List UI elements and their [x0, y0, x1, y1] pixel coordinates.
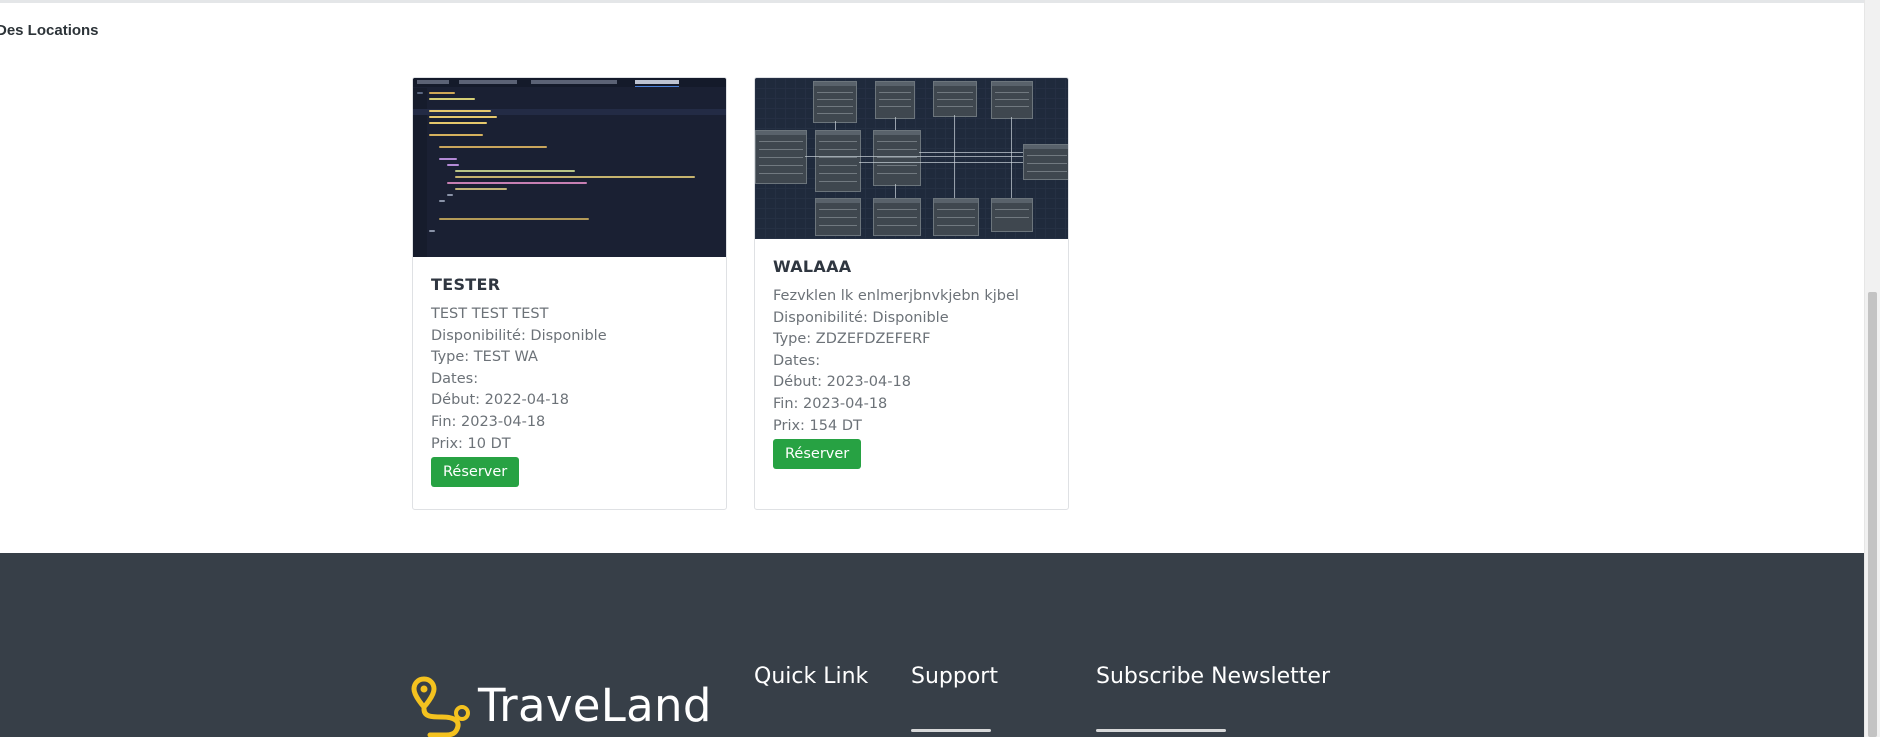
reserve-button[interactable]: Réserver	[431, 457, 520, 488]
scrollbar-thumb[interactable]	[1868, 292, 1877, 737]
card-dates-label: Dates:	[773, 352, 821, 369]
card-description: TEST TEST TEST	[431, 306, 549, 322]
footer-heading-newsletter: Subscribe Newsletter	[1096, 664, 1331, 689]
card-start-date: Début: 2023-04-18	[773, 374, 911, 391]
location-card: WALAAA Fezvklen lk enlmerjbnvkjebn kjbel…	[754, 77, 1069, 510]
card-title: TESTER	[431, 275, 501, 294]
footer-heading-support: Support	[911, 664, 998, 689]
brand-name: TraveLand	[478, 678, 712, 732]
card-price: Prix: 10 DT	[431, 435, 511, 452]
section-title: Des Locations	[0, 22, 99, 39]
card-dates-label: Dates:	[431, 370, 479, 387]
footer-heading-quick-link: Quick Link	[754, 664, 869, 689]
page-scrollbar[interactable]	[1864, 0, 1880, 737]
footer-newsletter-text-fragment	[1096, 729, 1226, 732]
top-bar-edge	[0, 0, 1870, 3]
card-type: Type: TEST WA	[431, 349, 538, 366]
footer: TraveLand Quick Link Support Subscribe N…	[0, 553, 1865, 737]
card-description: Fezvklen lk enlmerjbnvkjebn kjbel	[773, 288, 1019, 304]
card-start-date: Début: 2022-04-18	[431, 392, 569, 409]
card-type: Type: ZDZEFDZEFERF	[773, 331, 931, 348]
card-end-date: Fin: 2023-04-18	[431, 413, 546, 430]
route-pin-icon	[411, 676, 470, 737]
footer-support-link-fragment[interactable]	[911, 729, 991, 732]
reserve-button[interactable]: Réserver	[773, 439, 862, 470]
location-image-code-editor	[413, 78, 726, 257]
location-image-database-diagram	[755, 78, 1068, 239]
card-price: Prix: 154 DT	[773, 417, 862, 434]
brand-logo[interactable]: TraveLand	[410, 673, 712, 737]
location-card: TESTER TEST TEST TEST Disponibilité: Dis…	[412, 77, 727, 510]
card-title: WALAAA	[773, 257, 852, 276]
card-availability: Disponibilité: Disponible	[431, 327, 607, 344]
card-end-date: Fin: 2023-04-18	[773, 395, 888, 412]
card-availability: Disponibilité: Disponible	[773, 309, 949, 326]
